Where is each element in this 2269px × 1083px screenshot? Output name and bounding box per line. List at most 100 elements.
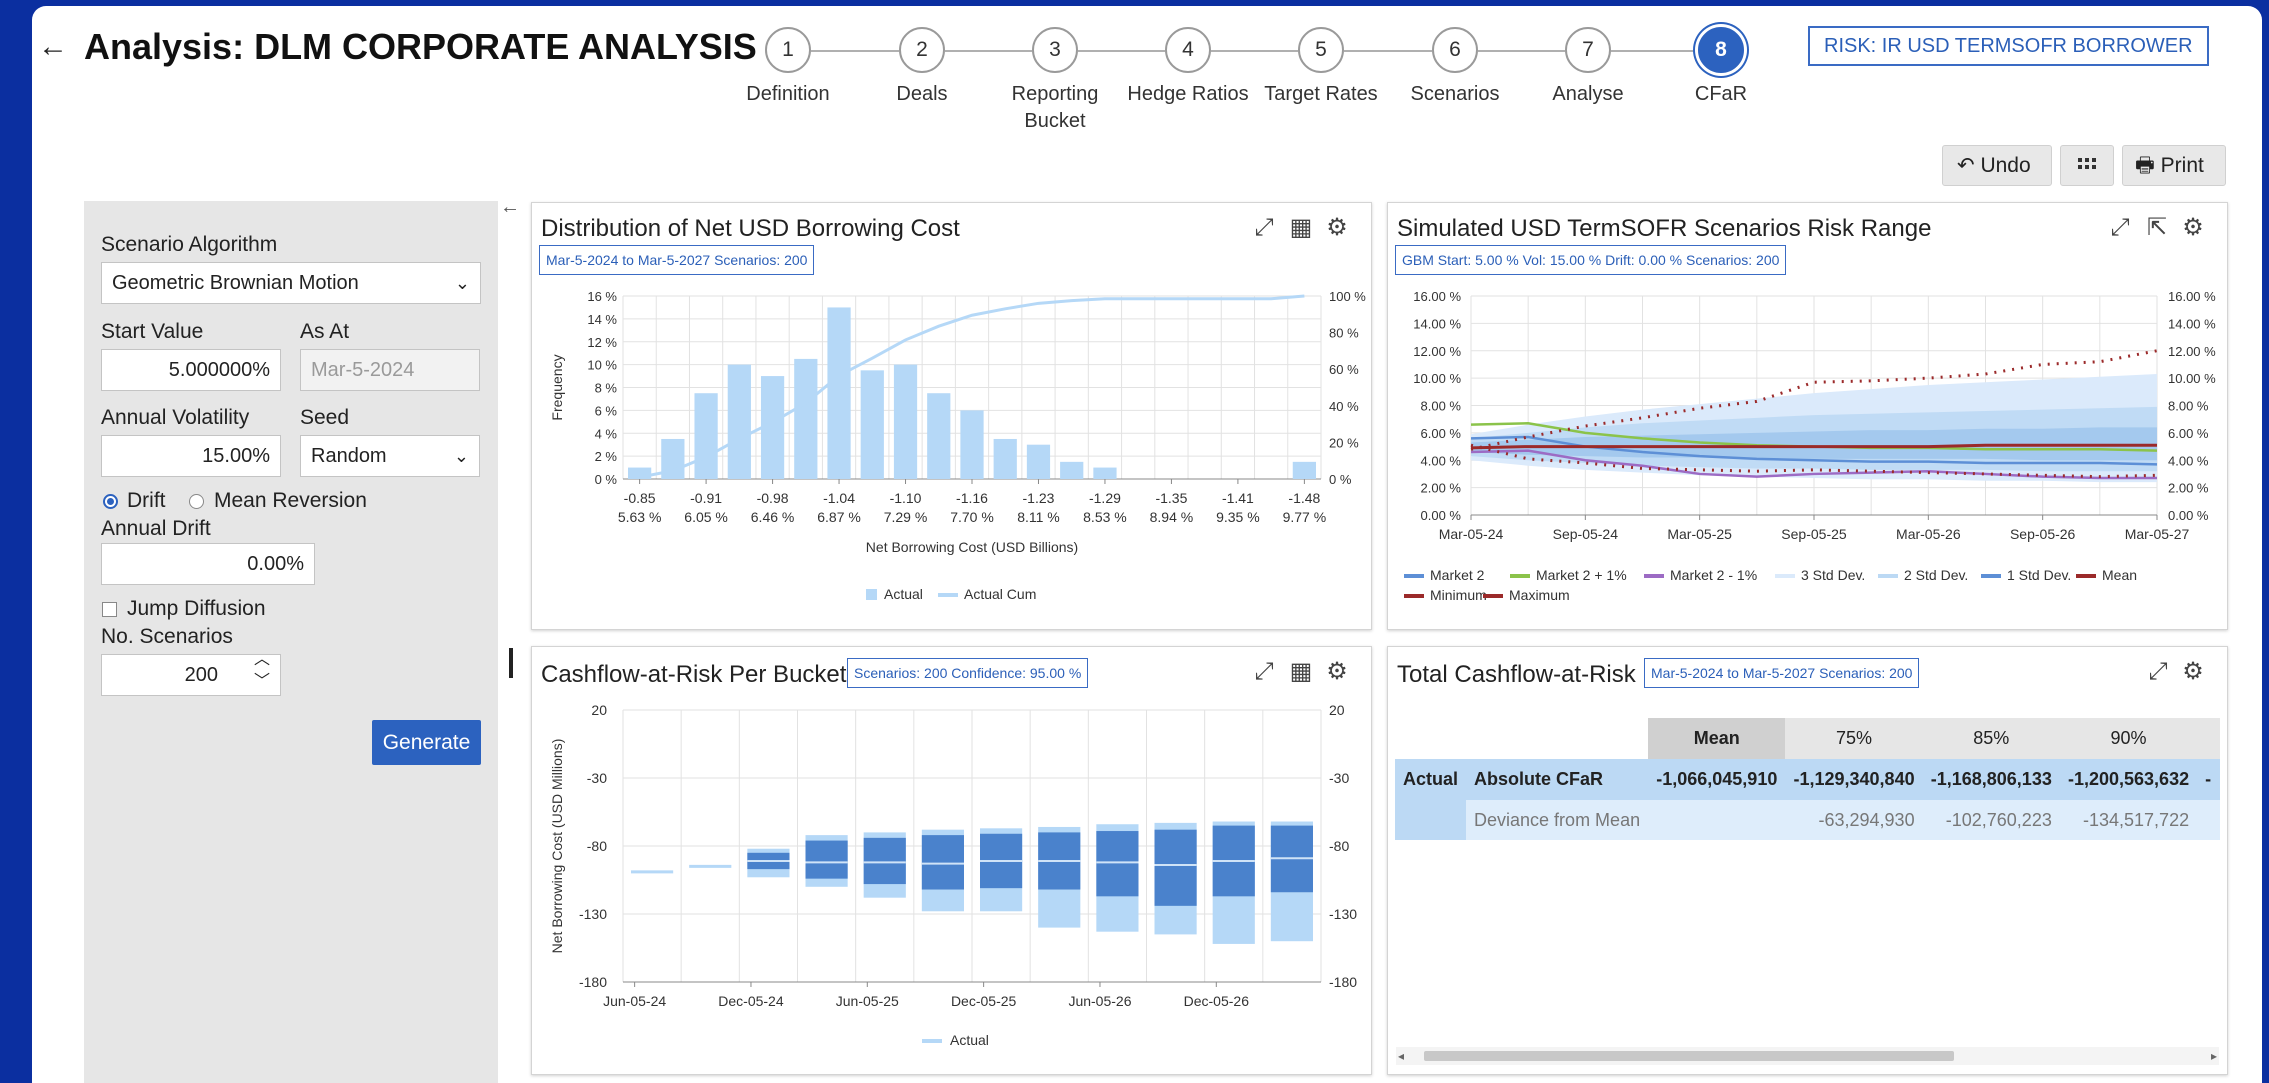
legend-swatch-cum <box>938 593 958 597</box>
x-tick-label: Jun-05-25 <box>836 993 899 1009</box>
y-tick-label: -180 <box>579 974 607 990</box>
legend-label: Market 2 - 1% <box>1670 567 1757 583</box>
y2-tick-label: 4.00 % <box>2168 453 2209 468</box>
y2-tick-label: 80 % <box>1329 326 1359 341</box>
cfar-bucket-chart: 20 20 -30 -30 -80 -80 -130 -130 -180 -180 Jun-05-2… <box>549 702 1357 1048</box>
legend-swatch <box>1981 574 2001 578</box>
step-5[interactable]: 5 <box>1298 27 1344 73</box>
annual-drift-input[interactable]: 0.00% <box>101 543 315 585</box>
gear-icon[interactable]: ⚙ <box>2178 657 2208 687</box>
step-label: Deals <box>896 83 948 105</box>
step-connector <box>811 50 899 52</box>
collapse-panel-icon[interactable]: ← <box>500 196 520 219</box>
histogram-bar <box>993 438 1017 479</box>
printer-icon: 🖶 <box>2135 154 2155 177</box>
y-tick-label: 16 % <box>587 289 617 304</box>
grid-icon <box>2078 158 2096 169</box>
step-4[interactable]: 4 <box>1165 27 1211 73</box>
back-arrow-icon[interactable]: ← <box>38 30 68 64</box>
generate-button[interactable]: Generate <box>372 720 481 765</box>
step-connector <box>1211 50 1298 52</box>
x-tick-label: Mar-05-25 <box>1667 526 1732 542</box>
step-3[interactable]: 3 <box>1032 27 1078 73</box>
algorithm-select[interactable]: Geometric Brownian Motion ⌄ <box>101 262 481 304</box>
legend-label-cum: Actual Cum <box>964 586 1036 602</box>
x-tick-label-rate: 6.87 % <box>817 509 861 525</box>
scenarios-count-stepper[interactable]: 200 ︿ ﹀ <box>101 651 281 696</box>
x-tick-label: -1.29 <box>1089 490 1121 506</box>
undo-button[interactable]: ↶ Undo <box>1942 145 2052 186</box>
legend-swatch <box>1483 594 1503 598</box>
y-tick-label: 14 % <box>587 312 617 327</box>
step-7[interactable]: 7 <box>1565 27 1611 73</box>
y-tick-label: 14.00 % <box>1413 316 1461 331</box>
legend-label-actual: Actual <box>884 586 923 602</box>
x-tick-label-rate: 6.05 % <box>684 509 728 525</box>
mean-reversion-radio[interactable] <box>189 494 204 509</box>
histogram-bar <box>960 410 984 479</box>
row-label-deviance: Deviance from Mean <box>1466 800 1649 840</box>
jump-diffusion-checkbox[interactable] <box>102 602 117 617</box>
y2-tick-label: 16.00 % <box>2168 289 2216 304</box>
col-header-85[interactable]: 85% <box>1922 718 2060 759</box>
step-8[interactable]: 8 <box>1698 27 1744 73</box>
x-tick-label-rate: 8.94 % <box>1150 509 1194 525</box>
y2-tick-label: 14.00 % <box>2168 316 2216 331</box>
x-tick-label: Sep-05-26 <box>2010 526 2076 542</box>
histogram-bar <box>794 358 818 479</box>
x-tick-label: -1.35 <box>1155 490 1187 506</box>
stepper-down-icon[interactable]: ﹀ <box>254 673 270 691</box>
bucket-iqr-bar <box>1096 831 1139 897</box>
scenarios-count-label: No. Scenarios <box>101 625 233 648</box>
col-header-75[interactable]: 75% <box>1785 718 1923 759</box>
seed-select[interactable]: Random ⌄ <box>300 435 480 477</box>
drift-radio[interactable] <box>103 494 118 509</box>
horizontal-scrollbar[interactable]: ◂ ▸ <box>1396 1047 2219 1065</box>
y-tick-label: 0.00 % <box>1421 508 1462 523</box>
start-value-input[interactable]: 5.000000% <box>101 349 281 391</box>
step-label: Scenarios <box>1410 83 1500 105</box>
grid-menu-button[interactable] <box>2060 145 2114 186</box>
chevron-down-icon: ⌄ <box>453 446 469 466</box>
print-button[interactable]: 🖶 Print <box>2122 145 2226 186</box>
row-group-actual: Actual <box>1395 759 1467 840</box>
risk-badge[interactable]: RISK: IR USD TERMSOFR BORROWER <box>1808 26 2209 66</box>
legend-swatch <box>1404 594 1424 598</box>
scroll-left-icon[interactable]: ◂ <box>1398 1047 1404 1065</box>
col-header-90[interactable]: 90% <box>2059 718 2198 759</box>
y2-tick-label: 10.00 % <box>2168 371 2216 386</box>
col-header-mean[interactable]: Mean <box>1648 718 1786 759</box>
start-value-label: Start Value <box>101 320 204 343</box>
y2-tick-label: 100 % <box>1329 289 1366 304</box>
y-tick-label: 4 % <box>595 426 618 441</box>
x-tick-label: Mar-05-24 <box>1439 526 1504 542</box>
panel-resize-handle[interactable] <box>509 648 513 678</box>
y2-tick-label: -30 <box>1329 770 1349 786</box>
x-tick-label: Sep-05-25 <box>1781 526 1847 542</box>
step-1[interactable]: 1 <box>765 27 811 73</box>
as-at-input[interactable]: Mar-5-2024 <box>300 349 480 391</box>
card-subtitle: Mar-5-2024 to Mar-5-2027 Scenarios: 200 <box>1644 658 1920 688</box>
stepper-up-icon[interactable]: ︿ <box>254 651 270 669</box>
volatility-input[interactable]: 15.00% <box>101 435 281 477</box>
legend-label: 2 Std Dev. <box>1904 567 1968 583</box>
x-tick-label: Dec-05-24 <box>718 993 784 1009</box>
step-connector <box>1611 50 1698 52</box>
histogram-bar <box>1292 461 1316 479</box>
scrollbar-thumb[interactable] <box>1424 1051 1954 1061</box>
step-label: Hedge Ratios <box>1127 83 1249 105</box>
x-tick-label: -1.41 <box>1222 490 1254 506</box>
x-tick-label: Mar-05-27 <box>2125 526 2190 542</box>
algorithm-label: Scenario Algorithm <box>101 233 278 256</box>
scroll-right-icon[interactable]: ▸ <box>2211 1047 2217 1065</box>
step-6[interactable]: 6 <box>1432 27 1478 73</box>
legend-swatch <box>1775 574 1795 578</box>
card-title: Total Cashflow-at-Risk <box>1397 661 1636 688</box>
table-cell: -102,760,223 <box>1922 800 2060 840</box>
x-tick-label: -0.91 <box>690 490 722 506</box>
step-2[interactable]: 2 <box>899 27 945 73</box>
y-tick-label: 8.00 % <box>1421 399 1462 414</box>
expand-icon[interactable]: ⤢ <box>2143 657 2173 687</box>
y-tick-label: 20 <box>591 702 607 718</box>
x-tick-label: -1.10 <box>890 490 922 506</box>
